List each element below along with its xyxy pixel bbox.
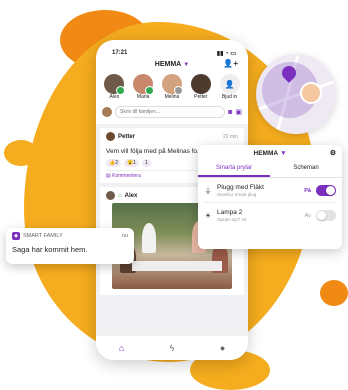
post-author: Petter bbox=[118, 133, 136, 140]
notification-message: Saga har kommit hem. bbox=[12, 245, 88, 254]
device-toggle[interactable] bbox=[316, 210, 336, 221]
member-petter[interactable]: Petter bbox=[190, 74, 211, 100]
member-location-avatar[interactable] bbox=[300, 82, 322, 104]
panel-tabs: Smarta prylar Scheman bbox=[198, 165, 342, 178]
avatar bbox=[190, 74, 211, 94]
toggle-knob bbox=[317, 211, 326, 220]
background-blob bbox=[4, 140, 38, 166]
away-status-icon bbox=[173, 86, 183, 95]
background-blob bbox=[320, 280, 348, 306]
home-icon: ⌂ bbox=[118, 192, 122, 199]
add-member-icon[interactable]: 👤+ bbox=[223, 59, 238, 68]
plug-icon: ⏚ bbox=[204, 187, 212, 195]
home-title: HEMMA bbox=[154, 61, 182, 68]
image-icon[interactable]: ▣ bbox=[235, 108, 242, 116]
avatar bbox=[133, 74, 155, 95]
device-toggle[interactable] bbox=[316, 185, 336, 196]
member-maria[interactable]: Maria bbox=[133, 74, 155, 100]
member-list: Alex Maria Melina Petter 👤 Bjud in bbox=[96, 68, 248, 100]
post-input[interactable] bbox=[115, 106, 226, 118]
reaction-wow[interactable]: 😮1 bbox=[124, 159, 140, 167]
member-melina[interactable]: Melina bbox=[161, 74, 183, 100]
member-name: Alex bbox=[109, 94, 120, 100]
comment-icon: ▤ bbox=[106, 173, 111, 179]
reaction-like[interactable]: 👍2 bbox=[106, 159, 122, 167]
device-row: ☀ Lampa 2 Opram ajz7 vit Av bbox=[198, 203, 342, 222]
home-status-icon bbox=[145, 86, 155, 95]
device-settings-icon[interactable]: ⚙ bbox=[330, 149, 336, 157]
post-author: Alex bbox=[124, 192, 138, 199]
photo-table bbox=[132, 261, 222, 271]
status-time: 17:21 bbox=[112, 50, 128, 56]
avatar bbox=[161, 74, 183, 95]
nav-home-icon[interactable]: ⌂ bbox=[119, 343, 124, 353]
chevron-down-icon: ▼ bbox=[183, 61, 190, 68]
photo-person bbox=[142, 223, 156, 253]
comment-label: Kommentera bbox=[112, 173, 141, 179]
member-name: Petter bbox=[194, 94, 208, 100]
camera-icon[interactable]: ◙ bbox=[228, 109, 232, 116]
device-info: Lampa 2 Opram ajz7 vit bbox=[217, 209, 300, 222]
my-avatar bbox=[102, 107, 112, 117]
invite-member-button[interactable]: 👤 Bjud in bbox=[219, 74, 240, 100]
device-info: Plugg med Fläkt Develco Smart plug bbox=[217, 184, 299, 197]
nav-profile-icon[interactable]: ● bbox=[220, 343, 225, 353]
author-avatar bbox=[106, 191, 115, 200]
chevron-down-icon: ▼ bbox=[280, 150, 287, 157]
post-header: Petter 22 min bbox=[106, 132, 238, 141]
reaction-count[interactable]: 1 bbox=[142, 159, 151, 167]
device-name: Plugg med Fläkt bbox=[217, 184, 264, 191]
app-icon: ◆ bbox=[12, 232, 20, 240]
push-notification[interactable]: ◆ SMART FAMILY nu Saga har kommit hem. bbox=[6, 228, 134, 264]
tab-schedules[interactable]: Scheman bbox=[270, 165, 342, 177]
location-map[interactable] bbox=[256, 54, 336, 134]
home-status-icon bbox=[116, 86, 126, 95]
bottom-nav: ⌂ ϟ ● bbox=[96, 335, 248, 360]
signal-battery-icon: ▮▮ ◔ ▭ bbox=[216, 51, 236, 57]
avatar bbox=[104, 74, 126, 95]
toggle-knob bbox=[326, 186, 335, 195]
tab-smart-devices[interactable]: Smarta prylar bbox=[198, 165, 270, 177]
notification-app: SMART FAMILY bbox=[23, 233, 63, 239]
device-state: På bbox=[304, 187, 311, 194]
device-model: Opram ajz7 vit bbox=[217, 217, 247, 222]
post-time: 22 min bbox=[222, 133, 238, 140]
smart-devices-panel: HEMMA ▼ ⚙ Smarta prylar Scheman ⏚ Plugg … bbox=[198, 145, 342, 249]
post-composer: ◙ ▣ bbox=[102, 106, 242, 118]
author-avatar bbox=[106, 132, 115, 141]
device-model: Develco Smart plug bbox=[217, 192, 257, 197]
notification-header: ◆ SMART FAMILY nu bbox=[12, 232, 128, 240]
invite-label: Bjud in bbox=[221, 94, 238, 100]
device-name: Lampa 2 bbox=[217, 209, 243, 216]
member-alex[interactable]: Alex bbox=[104, 74, 126, 100]
add-person-icon: 👤 bbox=[219, 74, 240, 94]
device-row: ⏚ Plugg med Fläkt Develco Smart plug På bbox=[198, 178, 342, 197]
home-selector[interactable]: HEMMA ▼ 👤+ bbox=[96, 59, 248, 68]
notification-time: nu bbox=[121, 233, 128, 239]
lamp-icon: ☀ bbox=[204, 212, 212, 220]
status-bar: 17:21 ▮▮ ◔ ▭ bbox=[96, 40, 248, 57]
nav-flash-icon[interactable]: ϟ bbox=[170, 343, 175, 353]
panel-home-selector[interactable]: HEMMA ▼ ⚙ bbox=[198, 145, 342, 157]
panel-title: HEMMA bbox=[253, 150, 279, 157]
device-state: Av bbox=[304, 212, 311, 219]
